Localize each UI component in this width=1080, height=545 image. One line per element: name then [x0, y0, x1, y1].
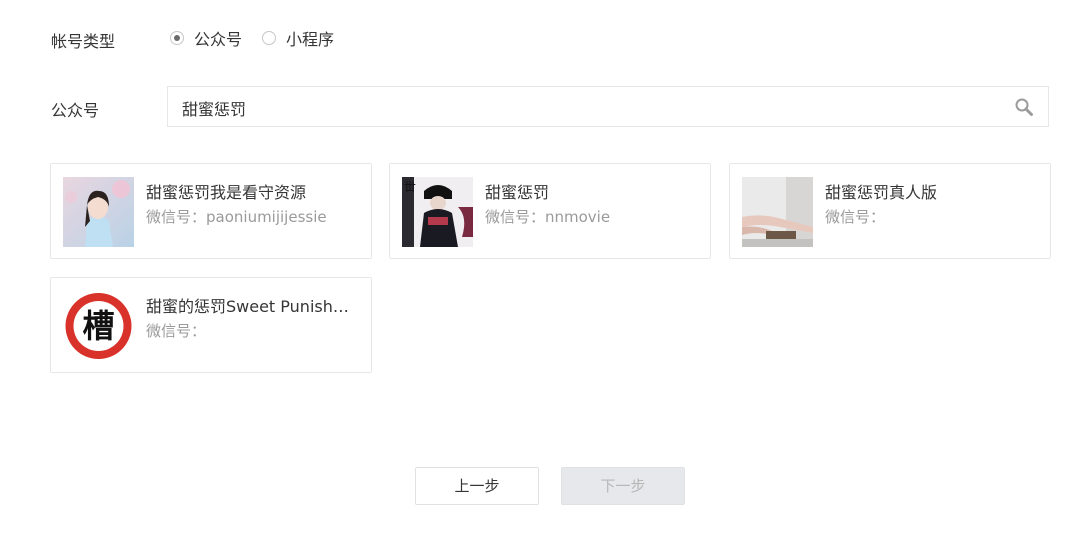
- result-name: 甜蜜惩罚真人版: [825, 183, 938, 202]
- search-label: 公众号: [51, 101, 100, 120]
- result-name: 甜蜜的惩罚Sweet Punishm...: [146, 297, 361, 316]
- radio-option-mini-program[interactable]: 小程序: [262, 26, 334, 50]
- result-wechat-id: 微信号：nnmovie: [485, 208, 611, 226]
- result-wechat-id: 微信号：: [146, 322, 207, 340]
- result-card[interactable]: 甜蜜惩罚我是看守资源 微信号：paoniumijijessie: [50, 163, 372, 259]
- avatar: 丗: [402, 177, 473, 247]
- account-type-label: 帐号类型: [51, 32, 116, 51]
- result-card[interactable]: 甜蜜惩罚真人版 微信号：: [729, 163, 1051, 259]
- avatar: 槽: [63, 291, 134, 361]
- result-card[interactable]: 丗 甜蜜惩罚 微信号：nnmovie: [389, 163, 711, 259]
- result-wechat-id: 微信号：paoniumijijessie: [146, 208, 327, 226]
- prev-step-button[interactable]: 上一步: [415, 467, 539, 505]
- result-card[interactable]: 槽 甜蜜的惩罚Sweet Punishm... 微信号：: [50, 277, 372, 373]
- radio-unchecked-icon[interactable]: [262, 31, 277, 45]
- search-icon[interactable]: [1014, 97, 1034, 117]
- avatar: [63, 177, 134, 247]
- account-type-radio-group: 公众号 小程序: [170, 26, 354, 50]
- svg-text:丗: 丗: [404, 180, 416, 194]
- radio-label-official-account: 公众号: [194, 30, 243, 49]
- radio-option-official-account[interactable]: 公众号: [170, 26, 242, 50]
- radio-checked-icon[interactable]: [170, 31, 184, 45]
- result-name: 甜蜜惩罚: [485, 183, 550, 202]
- radio-label-mini-program: 小程序: [286, 30, 335, 49]
- result-name: 甜蜜惩罚我是看守资源: [146, 183, 307, 202]
- avatar: [742, 177, 813, 247]
- result-wechat-id: 微信号：: [825, 208, 886, 226]
- next-step-button[interactable]: 下一步: [561, 467, 685, 505]
- search-box: [167, 86, 1049, 128]
- logo-char: 槽: [82, 307, 114, 345]
- search-input[interactable]: [180, 87, 984, 128]
